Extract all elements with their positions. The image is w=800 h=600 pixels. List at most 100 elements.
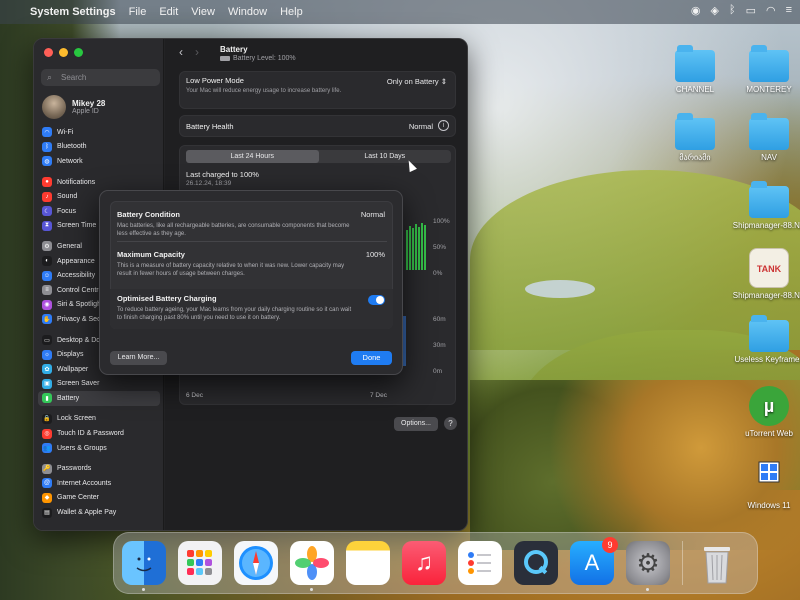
profile-name: Mikey 28 [72, 99, 106, 108]
search-input[interactable]: ⌕ Search [41, 69, 160, 86]
sidebar-item-wi-fi[interactable]: ◠ Wi-Fi [38, 125, 160, 140]
back-arrow-icon[interactable]: ‹ [179, 45, 183, 59]
quicktime-icon[interactable] [514, 541, 558, 585]
touch-id-icon: ◎ [42, 428, 52, 439]
help-button[interactable]: ? [444, 417, 457, 430]
notes-icon[interactable] [346, 541, 390, 585]
desktop-folder-shipmanager[interactable]: Shipmanager-88.NK [724, 181, 800, 230]
low-power-select[interactable]: Only on Battery ⇕ [387, 77, 447, 86]
desktop-folder-useless-keyframes[interactable]: Useless Keyframes [724, 315, 800, 364]
desktop-app-shipmanager[interactable]: TANK Shipmanager-88.NK [724, 248, 800, 300]
optimised-charging-title: Optimised Battery Charging [117, 294, 217, 303]
sidebar-item-label: Accessibility [57, 272, 96, 280]
network-icon: ◍ [42, 156, 52, 167]
bluetooth-status-icon[interactable]: ᛒ [729, 4, 736, 17]
x-label-6-dec: 6 Dec [186, 392, 203, 399]
battery-icon [220, 56, 230, 61]
trash-icon[interactable] [695, 541, 739, 585]
reminders-icon[interactable] [458, 541, 502, 585]
sidebar-item-label: Appearance [57, 257, 95, 265]
desktop-app-windows11[interactable]: Windows 11 [724, 458, 800, 510]
apple-id-profile[interactable]: Mikey 28 Apple ID [42, 95, 105, 119]
sidebar-item-game-center[interactable]: ◆ Game Center [38, 491, 160, 506]
passwords-icon: 🔑 [42, 463, 52, 474]
maximum-capacity-title: Maximum Capacity [117, 250, 185, 259]
profile-sub: Apple ID [72, 108, 99, 115]
wifi-status-icon[interactable]: ◠ [766, 4, 776, 17]
sidebar-item-label: Wallpaper [57, 365, 89, 373]
music-icon[interactable]: ♫ [402, 541, 446, 585]
sidebar-item-notifications[interactable]: ● Notifications [38, 175, 160, 190]
learn-more-button[interactable]: Learn More... [110, 351, 167, 365]
menu-help[interactable]: Help [280, 6, 303, 18]
done-button[interactable]: Done [351, 351, 392, 365]
finder-icon[interactable] [122, 541, 166, 591]
sidebar-item-label: Control Centre [57, 286, 103, 294]
dock-separator [682, 541, 683, 585]
minimize-button[interactable] [59, 48, 68, 57]
usage-axis-60: 60m [433, 316, 446, 323]
usage-axis-30: 30m [433, 342, 446, 349]
maximum-capacity-text: This is a measure of battery capacity re… [117, 263, 345, 278]
battery-condition-row: Battery Condition Mac batteries, like al… [110, 205, 393, 243]
optimised-charging-toggle[interactable] [368, 295, 385, 305]
desktop-icon-label: NAV [761, 153, 777, 162]
notification-badge: 9 [602, 537, 618, 553]
zoom-button[interactable] [74, 48, 83, 57]
sidebar-item-passwords[interactable]: 🔑 Passwords [38, 461, 160, 476]
sidebar-item-label: Focus [57, 207, 77, 215]
last-charged-label: Last charged to 100% [186, 170, 259, 179]
tab-last-24-hours[interactable]: Last 24 Hours [186, 150, 319, 163]
menu-app-name[interactable]: System Settings [30, 6, 116, 18]
sidebar-item-users-groups[interactable]: 👥 Users & Groups [38, 441, 160, 456]
accessibility-icon: ☺ [42, 270, 52, 281]
chevron-updown-icon: ⇕ [440, 77, 447, 86]
forward-arrow-icon[interactable]: › [195, 45, 199, 59]
usage-axis-0: 0m [433, 368, 443, 375]
utorrent-icon: µ [749, 386, 789, 426]
menu-file[interactable]: File [129, 6, 147, 18]
sidebar-item-screen-saver[interactable]: ▣ Screen Saver [38, 377, 160, 392]
photos-icon[interactable] [290, 541, 334, 591]
folder-icon [675, 113, 715, 150]
status-area: ◉ ◈ ᛒ ▭ ◠ ≡ [691, 4, 792, 17]
battery-health-row: Battery Health Normal i [179, 115, 456, 137]
control-center-icon[interactable]: ≡ [786, 4, 792, 17]
options-button[interactable]: Options... [394, 417, 438, 431]
status-icon-1[interactable]: ◉ [691, 4, 701, 17]
sidebar-item-wallet-apple-pay[interactable]: ▤ Wallet & Apple Pay [38, 505, 160, 520]
info-icon[interactable]: i [438, 120, 449, 131]
screen-time-icon: ⧗ [42, 220, 52, 231]
sidebar-item-label: Passwords [57, 465, 92, 473]
system-settings-icon[interactable]: ⚙ [626, 541, 670, 591]
desktop-folder-monterey[interactable]: MONTEREY [724, 45, 800, 94]
desktop-dock-icon: ▭ [42, 335, 52, 346]
sidebar-item-lock-screen[interactable]: 🔒 Lock Screen [38, 412, 160, 427]
app-store-icon[interactable]: A 9 [570, 537, 618, 585]
menu-window[interactable]: Window [228, 6, 267, 18]
desktop-icon-label: Useless Keyframes [734, 355, 800, 364]
launchpad-icon[interactable] [178, 541, 222, 585]
sidebar-item-label: Lock Screen [57, 415, 96, 423]
desktop-icon-label: uTorrent Web [745, 429, 793, 438]
sidebar-item-internet-accounts[interactable]: @ Internet Accounts [38, 476, 160, 491]
safari-icon[interactable] [234, 541, 278, 585]
sidebar-item-bluetooth[interactable]: ᛒ Bluetooth [38, 140, 160, 155]
optimised-charging-row: Optimised Battery Charging To reduce bat… [110, 289, 393, 329]
battery-status-icon[interactable]: ▭ [746, 4, 756, 17]
desktop-app-utorrent[interactable]: µ uTorrent Web [724, 386, 800, 438]
status-icon-2[interactable]: ◈ [710, 4, 718, 17]
desktop-folder-nav[interactable]: NAV [724, 113, 800, 162]
sidebar-item-battery[interactable]: ▮ Battery [38, 391, 160, 406]
sidebar-item-network[interactable]: ◍ Network [38, 154, 160, 169]
tab-last-10-days[interactable]: Last 10 Days [319, 150, 452, 163]
lock-screen-icon: 🔒 [42, 413, 52, 424]
close-button[interactable] [44, 48, 53, 57]
sidebar-item-label: General [57, 242, 82, 250]
windows-icon [749, 458, 789, 498]
menu-view[interactable]: View [191, 6, 215, 18]
avatar [42, 95, 66, 119]
siri-icon: ◉ [42, 299, 52, 310]
sidebar-item-touch-id-password[interactable]: ◎ Touch ID & Password [38, 426, 160, 441]
menu-edit[interactable]: Edit [159, 6, 178, 18]
